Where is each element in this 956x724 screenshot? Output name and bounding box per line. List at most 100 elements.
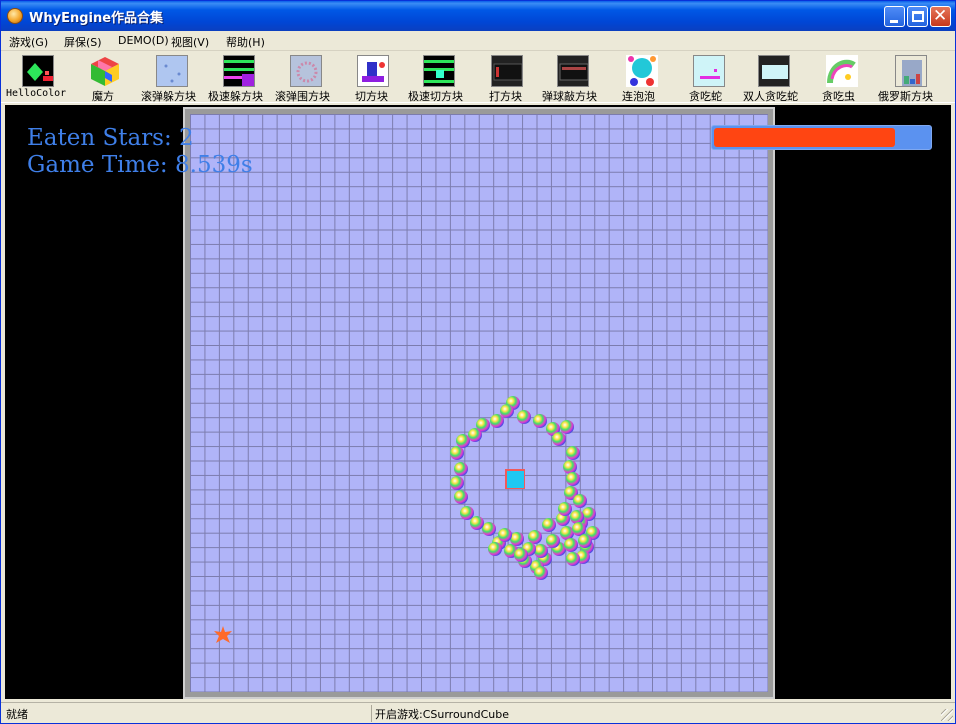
ball [534,544,548,558]
game-viewport[interactable]: Eaten Stars: 2 Game Time: 8.539s [5,105,951,699]
ball [542,518,556,532]
toolbar-speed-dodge-button[interactable]: 极速躲方块 [208,53,270,103]
toolbar-label: 贪吃虫 [822,90,855,103]
bubbles-icon [626,55,658,87]
toolbar-rubiks-button[interactable]: 魔方 [83,53,127,103]
star-icon [214,626,232,643]
minimize-button[interactable] [884,6,905,27]
ball [566,446,580,460]
toolbar-two-player-snake-button[interactable]: 双人贪吃蛇 [743,53,805,103]
window-title: WhyEngine作品合集 [29,11,164,26]
ball [460,506,474,520]
menu-screensaver[interactable]: 屏保(S) [64,34,102,50]
ball [454,462,468,476]
toolbar-bubbles-button[interactable]: 连泡泡 [620,53,664,103]
toolbar-label: 打方块 [489,90,522,103]
status-ready: 就绪 [6,708,28,721]
status-current-game: 开启游戏:CSurroundCube [371,705,941,722]
game-time-label: Game Time: 8.539s [27,152,253,178]
status-bar: 就绪 开启游戏:CSurroundCube [1,702,955,723]
ball [560,526,574,540]
ball [500,404,514,418]
maximize-icon [912,11,924,22]
hit-cube-icon [491,55,523,87]
speed-dodge-icon [223,55,255,87]
ball [558,502,572,516]
menu-view[interactable]: 视图(V) [171,34,209,50]
ball [552,432,566,446]
snake-icon [693,55,725,87]
tetris-icon [895,55,927,87]
ball [456,434,470,448]
minimize-icon [890,20,898,23]
ball [564,538,578,552]
ball [534,566,548,580]
roll-dodge-icon [156,55,188,87]
pinball-cube-icon [557,55,589,87]
menu-bar: 游戏(G) 屏保(S) DEMO(D) 视图(V) 帮助(H) [1,31,955,51]
ball [514,548,528,562]
ball [476,418,490,432]
toolbar-hellocolor-button[interactable]: HelloColor [5,53,71,101]
resize-grip[interactable] [941,709,953,721]
health-bar [711,125,932,150]
menu-demo[interactable]: DEMO(D) [118,34,169,47]
toolbar-pinball-cube-button[interactable]: 弹球敲方块 [542,53,604,103]
ball [572,522,586,536]
toolbar-label: 贪吃蛇 [689,90,722,103]
toolbar-label: 双人贪吃蛇 [743,90,798,103]
ball [450,446,464,460]
menu-game[interactable]: 游戏(G) [9,34,48,50]
toolbar-label: 极速切方块 [408,90,463,103]
toolbar-speed-cut-button[interactable]: 极速切方块 [408,53,470,103]
maximize-button[interactable] [907,6,928,27]
hud: Eaten Stars: 2 Game Time: 8.539s [27,125,253,179]
app-window: WhyEngine作品合集 ✕ 游戏(G) 屏保(S) DEMO(D) 视图(V… [0,0,956,724]
ball [498,528,512,542]
ball [573,494,587,508]
toolbar-label: 滚弹躲方块 [141,90,196,103]
toolbar-hit-cube-button[interactable]: 打方块 [485,53,529,103]
ball [510,532,524,546]
speed-cut-icon [423,55,455,87]
roll-surround-icon [290,55,322,87]
toolbar-label: 魔方 [92,90,114,103]
worm-icon [826,55,858,87]
ball [566,472,580,486]
toolbar-label: 俄罗斯方块 [878,90,933,103]
toolbar-roll-surround-button[interactable]: 滚弹围方块 [275,53,337,103]
ball [454,490,468,504]
ball [490,414,504,428]
ball [546,534,560,548]
ball [450,476,464,490]
toolbar-label: 极速躲方块 [208,90,263,103]
toolbar-roll-dodge-button[interactable]: 滚弹躲方块 [141,53,203,103]
toolbar-label: 切方块 [355,90,388,103]
ball [488,542,502,556]
menu-help[interactable]: 帮助(H) [226,34,265,50]
toolbar-cut-cube-button[interactable]: 切方块 [351,53,395,103]
toolbar-snake-button[interactable]: 贪吃蛇 [687,53,731,103]
toolbar-label: 连泡泡 [622,90,655,103]
close-button[interactable]: ✕ [930,6,951,27]
toolbar-tetris-button[interactable]: 俄罗斯方块 [878,53,940,103]
game-playfield [214,396,600,643]
toolbar-label: 弹球敲方块 [542,90,597,103]
ball [482,522,496,536]
ball [533,414,547,428]
hellocolor-icon [22,55,54,87]
toolbar: HelloColor 魔方 滚弹躲方块 极速躲方块 滚弹围方块 切方块 极速切方… [1,53,955,103]
ball [563,460,577,474]
two-player-snake-icon [758,55,790,87]
ball [578,534,592,548]
health-bar-fill [714,128,895,147]
toolbar-worm-button[interactable]: 贪吃虫 [820,53,864,103]
ball [570,510,584,524]
ball [566,552,580,566]
app-icon[interactable] [7,8,23,24]
rubiks-cube-icon [89,55,121,87]
cut-cube-icon [357,55,389,87]
ball [517,410,531,424]
title-bar[interactable]: WhyEngine作品合集 ✕ [1,1,955,31]
ball [528,530,542,544]
